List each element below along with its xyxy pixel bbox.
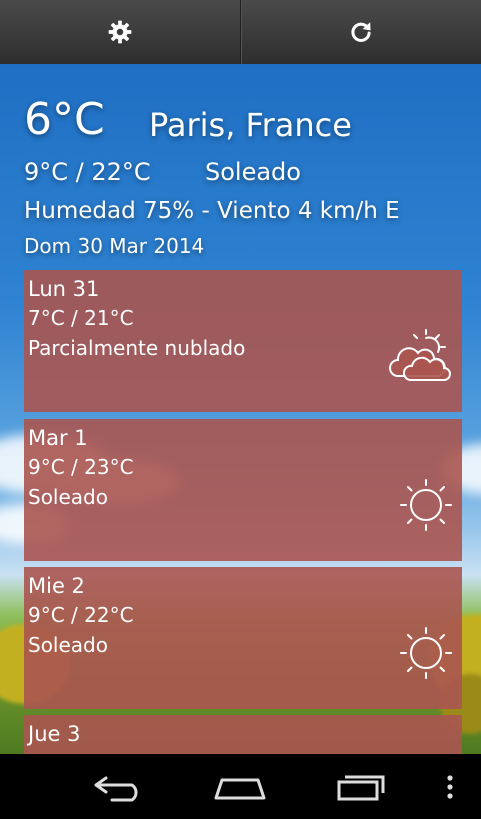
forecast-condition: Soleado [28, 485, 108, 509]
sun-icon [400, 627, 452, 679]
current-range: 9°C / 22°C [24, 158, 151, 186]
refresh-button[interactable] [240, 0, 481, 64]
forecast-card[interactable]: Jue 3 [24, 715, 462, 754]
current-condition: Soleado [205, 158, 301, 186]
overflow-menu-icon[interactable] [444, 772, 456, 802]
forecast-card[interactable]: Lun 31 7°C / 21°C Parcialmente nublado [24, 270, 462, 412]
location-name: Paris, France [149, 106, 352, 144]
home-icon[interactable] [212, 772, 268, 802]
forecast-day: Jue 3 [28, 722, 81, 746]
humidity-wind: Humedad 75% - Viento 4 km/h E [24, 198, 400, 224]
current-date: Dom 30 Mar 2014 [24, 234, 205, 258]
refresh-icon [351, 22, 371, 42]
forecast-day: Mie 2 [28, 574, 85, 598]
forecast-range: 9°C / 23°C [28, 455, 134, 479]
forecast-day: Lun 31 [28, 277, 100, 301]
gear-icon [108, 20, 132, 44]
forecast-card[interactable]: Mie 2 9°C / 22°C Soleado [24, 567, 462, 709]
sun-icon [400, 479, 452, 531]
top-toolbar [0, 0, 481, 65]
partly-cloudy-icon [389, 329, 451, 381]
back-icon[interactable] [92, 772, 148, 802]
forecast-day: Mar 1 [28, 426, 88, 450]
settings-button[interactable] [0, 0, 241, 64]
forecast-condition: Soleado [28, 633, 108, 657]
forecast-card[interactable]: Mar 1 9°C / 23°C Soleado [24, 419, 462, 561]
system-navigation-bar [0, 754, 481, 819]
forecast-range: 9°C / 22°C [28, 603, 134, 627]
current-temperature: 6°C [24, 94, 105, 145]
recents-icon[interactable] [335, 772, 391, 802]
